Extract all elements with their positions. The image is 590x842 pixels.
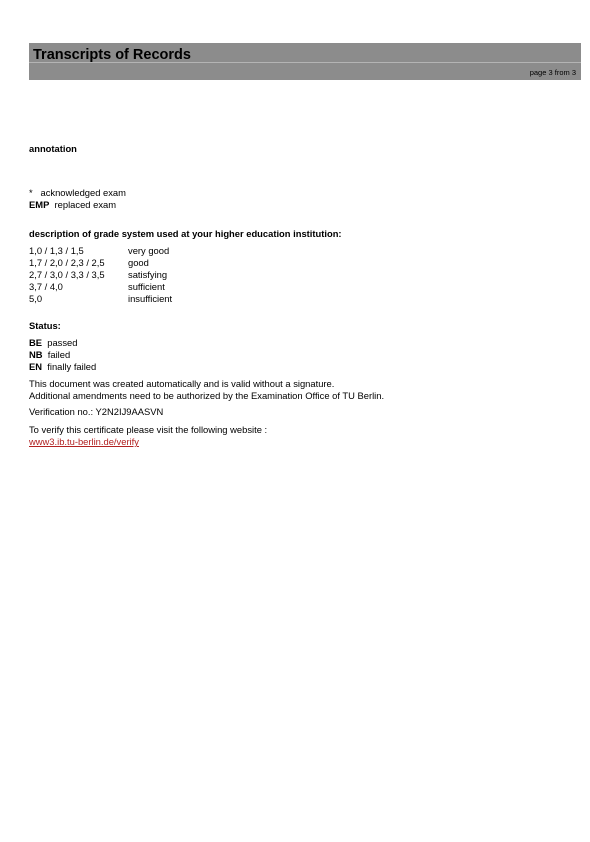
verify-website: To verify this certificate please visit … — [29, 424, 267, 448]
status-key: EN — [29, 361, 43, 372]
annotation-item: * acknowledged exam — [29, 187, 126, 199]
verification-number: Verification no.: Y2N2IJ9AASVN — [29, 406, 164, 417]
status-key: NB — [29, 349, 43, 360]
status-heading: Status: — [29, 320, 61, 331]
annotation-key: * — [29, 187, 33, 198]
grade-description: sufficient — [128, 281, 165, 292]
status-text: failed — [47, 349, 71, 360]
grade-row: 1,0 / 1,3 / 1,5 very good — [29, 245, 329, 257]
page-number: page 3 from 3 — [529, 68, 576, 77]
grade-values: 3,7 / 4,0 — [29, 281, 63, 292]
signature-notice: This document was created automatically … — [29, 378, 384, 402]
notice-line: This document was created automatically … — [29, 378, 335, 389]
header-bar: Transcripts of Records page 3 from 3 — [29, 43, 581, 80]
grade-values: 1,7 / 2,0 / 2,3 / 2,5 — [29, 257, 105, 268]
status-item: BE passed — [29, 337, 96, 349]
status-list: BE passed NB failed EN finally failed — [29, 337, 96, 373]
annotation-text: acknowledged exam — [40, 187, 126, 198]
grade-row: 1,7 / 2,0 / 2,3 / 2,5 good — [29, 257, 329, 269]
grade-values: 2,7 / 3,0 / 3,3 / 3,5 — [29, 269, 105, 280]
annotation-key: EMP — [29, 199, 50, 210]
grade-system-heading: description of grade system used at your… — [29, 228, 342, 239]
grade-description: very good — [128, 245, 170, 256]
grade-values: 1,0 / 1,3 / 1,5 — [29, 245, 84, 256]
verify-link[interactable]: www3.ib.tu-berlin.de/verify — [29, 436, 139, 447]
verify-instructions: To verify this certificate please visit … — [29, 424, 268, 435]
grade-row: 3,7 / 4,0 sufficient — [29, 281, 329, 293]
grade-row: 2,7 / 3,0 / 3,3 / 3,5 satisfying — [29, 269, 329, 281]
grade-description: good — [128, 257, 149, 268]
status-text: passed — [47, 337, 78, 348]
grade-description: insufficient — [128, 293, 173, 304]
annotation-list: * acknowledged exam EMP replaced exam — [29, 187, 126, 211]
grade-row: 5,0 insufficient — [29, 293, 329, 305]
notice-line: Additional amendments need to be authori… — [29, 390, 385, 401]
status-text: finally failed — [47, 361, 97, 372]
status-key: BE — [29, 337, 43, 348]
grade-values: 5,0 — [29, 293, 43, 304]
status-item: NB failed — [29, 349, 96, 361]
status-item: EN finally failed — [29, 361, 96, 373]
annotation-item: EMP replaced exam — [29, 199, 126, 211]
grade-description: satisfying — [128, 269, 168, 280]
grade-table: 1,0 / 1,3 / 1,5 very good 1,7 / 2,0 / 2,… — [29, 245, 329, 305]
annotation-text: replaced exam — [54, 199, 117, 210]
header-divider — [29, 62, 581, 63]
annotation-heading: annotation — [29, 143, 77, 154]
